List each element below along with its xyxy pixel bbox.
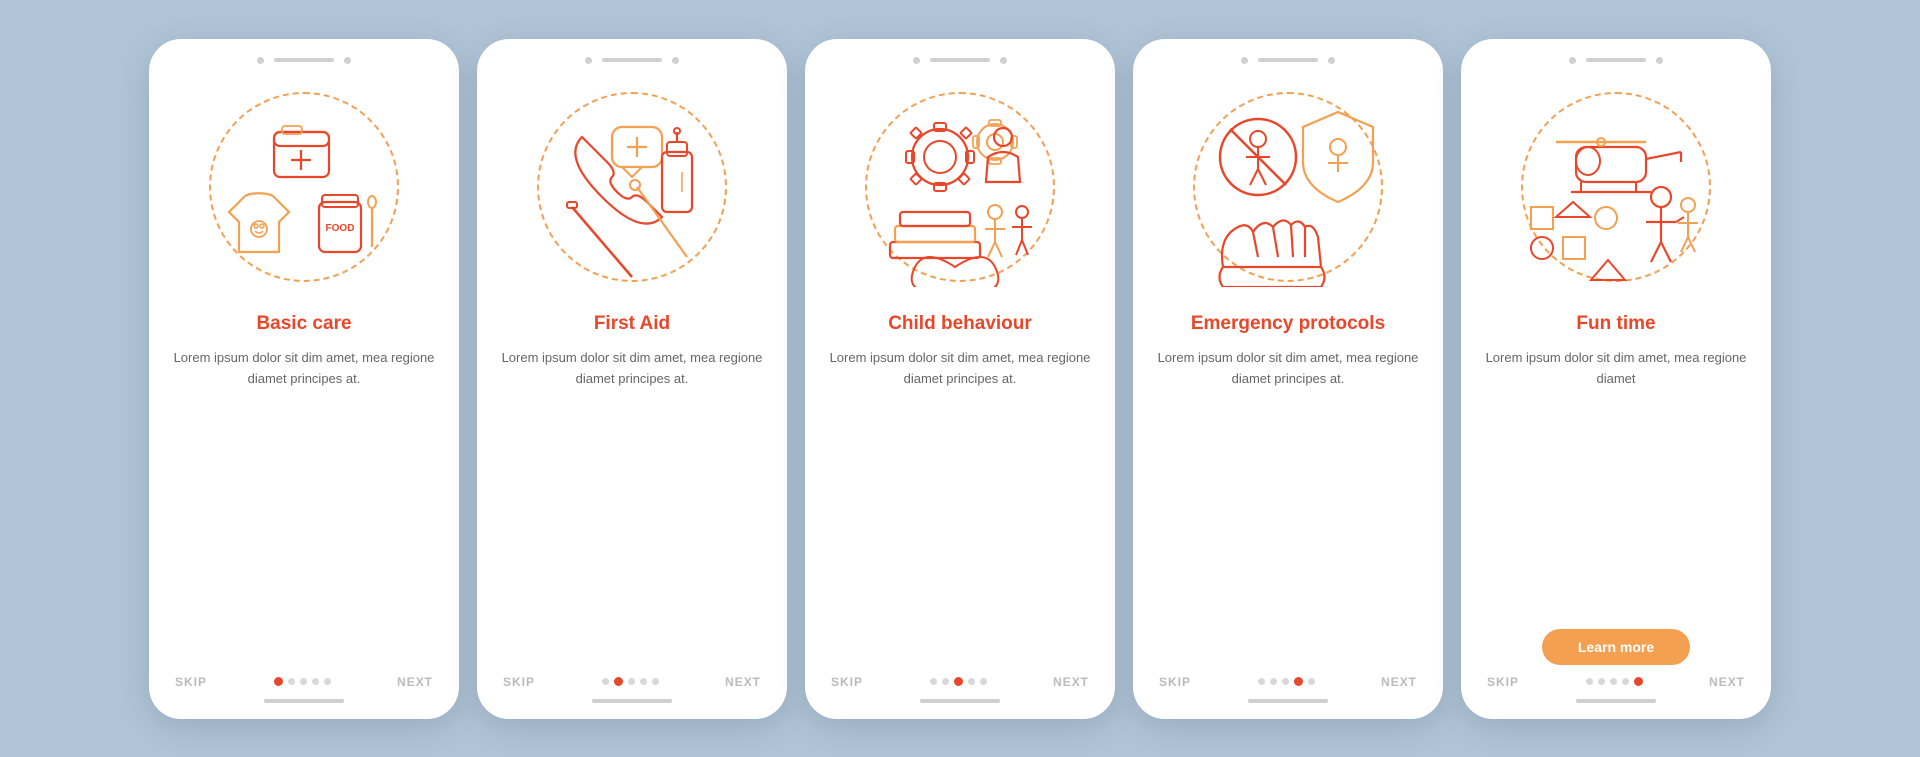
topbar-dot [1656,57,1663,64]
topbar-dot [585,57,592,64]
phone-topbar-4 [1241,57,1335,64]
dot [312,678,319,685]
dots-5 [1586,677,1643,686]
card-bottom-4: SKIP NEXT [1153,675,1423,689]
phone-card-first-aid: First Aid Lorem ipsum dolor sit dim amet… [477,39,787,719]
dot [1258,678,1265,685]
first-aid-svg [532,87,732,287]
card-bottom-5: SKIP NEXT [1481,675,1751,689]
dot [640,678,647,685]
phone-topbar-1 [257,57,351,64]
dot-active [274,677,283,686]
dot [1270,678,1277,685]
illustration-fun-time [1501,72,1731,302]
illustration-first-aid [517,72,747,302]
next-button-2[interactable]: NEXT [725,675,761,689]
dot [628,678,635,685]
topbar-line [930,58,990,62]
skip-button-5[interactable]: SKIP [1487,675,1519,689]
fun-time-svg [1516,87,1716,287]
phone-bottom-bar-5 [1576,699,1656,703]
dot [1622,678,1629,685]
phone-topbar-5 [1569,57,1663,64]
phone-topbar-2 [585,57,679,64]
dot [652,678,659,685]
dot [980,678,987,685]
topbar-dot [1000,57,1007,64]
dot-active [954,677,963,686]
topbar-dot [672,57,679,64]
child-behaviour-svg [860,87,1060,287]
phone-card-emergency: Emergency protocols Lorem ipsum dolor si… [1133,39,1443,719]
card-desc-fun-time: Lorem ipsum dolor sit dim amet, mea regi… [1481,348,1751,614]
dot [1308,678,1315,685]
skip-button-4[interactable]: SKIP [1159,675,1191,689]
card-desc-first-aid: Lorem ipsum dolor sit dim amet, mea regi… [497,348,767,660]
card-title-emergency: Emergency protocols [1191,312,1385,337]
dots-2 [602,677,659,686]
svg-text:FOOD: FOOD [326,223,355,234]
card-bottom-3: SKIP NEXT [825,675,1095,689]
topbar-dot [913,57,920,64]
illustration-emergency [1173,72,1403,302]
card-title-basic-care: Basic care [256,312,351,337]
topbar-dot [257,57,264,64]
dot [942,678,949,685]
dot [930,678,937,685]
topbar-dot [344,57,351,64]
skip-button-2[interactable]: SKIP [503,675,535,689]
phone-bottom-bar-1 [264,699,344,703]
dots-3 [930,677,987,686]
next-button-3[interactable]: NEXT [1053,675,1089,689]
dot [1282,678,1289,685]
phone-card-fun-time: Fun time Lorem ipsum dolor sit dim amet,… [1461,39,1771,719]
card-title-first-aid: First Aid [594,312,670,337]
dot [300,678,307,685]
phone-topbar-3 [913,57,1007,64]
learn-more-button[interactable]: Learn more [1542,629,1690,665]
dot-active [1294,677,1303,686]
next-button-1[interactable]: NEXT [397,675,433,689]
card-desc-child-behaviour: Lorem ipsum dolor sit dim amet, mea regi… [825,348,1095,660]
phone-bottom-bar-4 [1248,699,1328,703]
topbar-dot [1328,57,1335,64]
next-button-4[interactable]: NEXT [1381,675,1417,689]
phone-bottom-bar-2 [592,699,672,703]
next-button-5[interactable]: NEXT [1709,675,1745,689]
dot [324,678,331,685]
dot-active [614,677,623,686]
topbar-dot [1241,57,1248,64]
skip-button-3[interactable]: SKIP [831,675,863,689]
card-bottom-1: SKIP NEXT [169,675,439,689]
dots-1 [274,677,331,686]
dots-4 [1258,677,1315,686]
phone-card-child-behaviour: Child behaviour Lorem ipsum dolor sit di… [805,39,1115,719]
topbar-line [602,58,662,62]
dot [1598,678,1605,685]
card-title-child-behaviour: Child behaviour [888,312,1032,337]
dot-active [1634,677,1643,686]
dot [968,678,975,685]
topbar-line [1586,58,1646,62]
dot [1610,678,1617,685]
topbar-line [1258,58,1318,62]
card-desc-emergency: Lorem ipsum dolor sit dim amet, mea regi… [1153,348,1423,660]
screens-container: FOOD Basic care Lorem ipsum dolor sit di… [149,39,1771,719]
illustration-child-behaviour [845,72,1075,302]
illustration-basic-care: FOOD [189,72,419,302]
dot [288,678,295,685]
dot [602,678,609,685]
card-title-fun-time: Fun time [1576,312,1655,337]
phone-bottom-bar-3 [920,699,1000,703]
phone-card-basic-care: FOOD Basic care Lorem ipsum dolor sit di… [149,39,459,719]
basic-care-svg: FOOD [204,92,404,282]
skip-button-1[interactable]: SKIP [175,675,207,689]
emergency-svg [1188,87,1388,287]
topbar-line [274,58,334,62]
topbar-dot [1569,57,1576,64]
card-desc-basic-care: Lorem ipsum dolor sit dim amet, mea regi… [169,348,439,660]
card-bottom-2: SKIP NEXT [497,675,767,689]
dot [1586,678,1593,685]
